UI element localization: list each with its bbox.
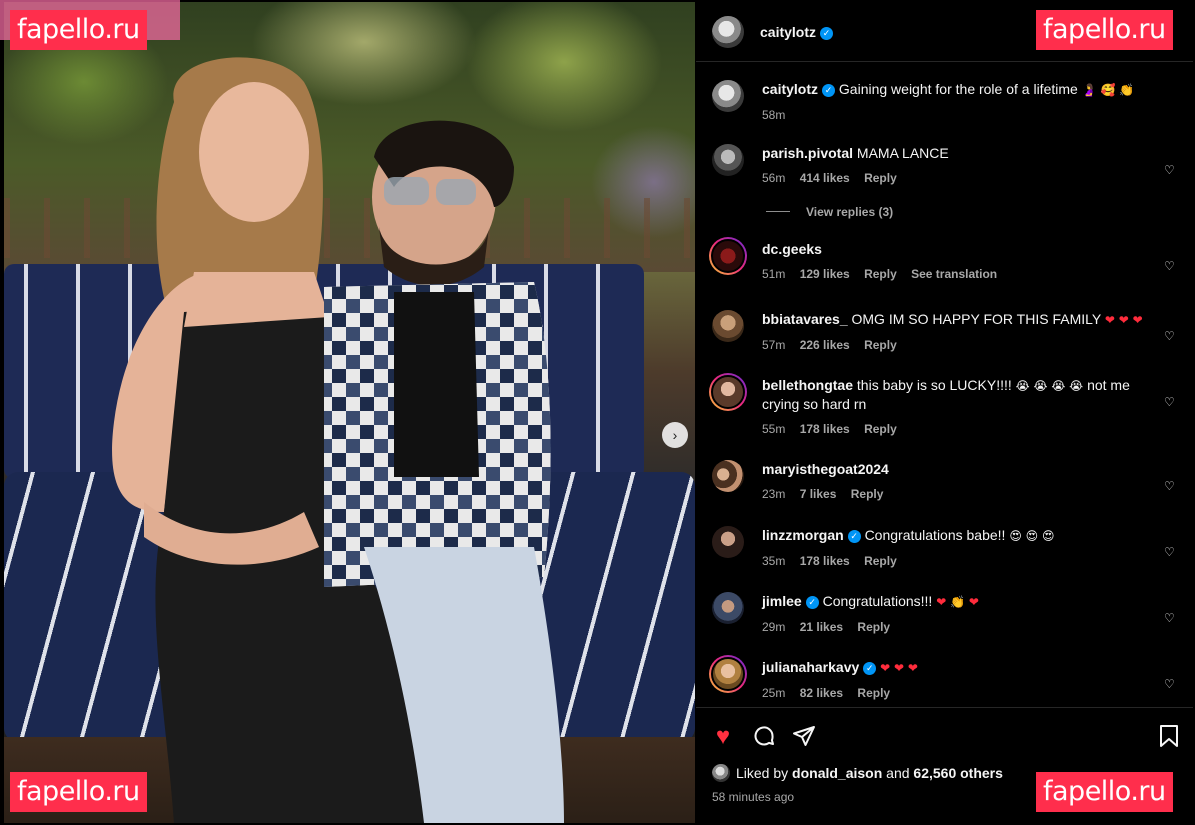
verified-badge-icon: ✓ xyxy=(822,84,836,97)
comments-list[interactable]: caitylotz ✓ Gaining weight for the role o… xyxy=(696,62,1193,707)
verified-badge-icon: ✓ xyxy=(863,662,877,675)
likes-count[interactable]: 62,560 others xyxy=(913,765,1003,781)
likes-summary[interactable]: Liked by donald_aison and 62,560 others xyxy=(712,764,1003,782)
heart-outline-icon[interactable]: ♡ xyxy=(1164,330,1177,343)
author-username[interactable]: caitylotz ✓ xyxy=(760,24,834,42)
watermark-bottom-left: fapello.ru xyxy=(10,772,147,812)
watermark-top-left: fapello.ru xyxy=(10,10,147,50)
bookmark-icon[interactable] xyxy=(1156,724,1182,750)
post-side-panel: caitylotz ✓ caitylotz ✓ Gaining weight for… xyxy=(696,2,1193,823)
liker-avatar xyxy=(712,764,730,782)
caption-text: Gaining weight for the role of a lifetim… xyxy=(838,81,1078,97)
author-avatar[interactable] xyxy=(712,80,744,112)
caption-time: 58m xyxy=(762,108,786,122)
heart-outline-icon[interactable]: ♡ xyxy=(1164,546,1177,559)
man-figure xyxy=(324,120,564,823)
commenter-avatar[interactable] xyxy=(712,144,744,176)
verified-badge-icon: ✓ xyxy=(847,530,861,543)
commenter-avatar[interactable] xyxy=(712,526,744,558)
heart-outline-icon[interactable]: ♡ xyxy=(1164,678,1177,691)
commenter-avatar[interactable] xyxy=(709,655,747,693)
view-replies-button[interactable]: View replies (3) xyxy=(766,205,893,219)
liker-username[interactable]: donald_aison xyxy=(792,765,882,781)
commenter-avatar[interactable] xyxy=(709,237,747,275)
post-photo: › xyxy=(4,2,695,823)
verified-badge-icon: ✓ xyxy=(820,27,834,40)
commenter-avatar[interactable] xyxy=(712,592,744,624)
heart-outline-icon[interactable]: ♡ xyxy=(1164,480,1177,493)
watermark-top-right: fapello.ru xyxy=(1036,10,1173,50)
chevron-right-icon[interactable]: › xyxy=(662,422,688,448)
author-avatar[interactable] xyxy=(712,16,744,48)
heart-filled-icon[interactable]: ♥ xyxy=(710,724,736,750)
posted-time: 58 minutes ago xyxy=(712,790,795,804)
paper-plane-icon[interactable] xyxy=(791,724,817,750)
comment-bubble-icon[interactable] xyxy=(751,724,777,750)
heart-outline-icon[interactable]: ♡ xyxy=(1164,612,1177,625)
verified-badge-icon: ✓ xyxy=(805,596,819,609)
heart-outline-icon[interactable]: ♡ xyxy=(1164,396,1177,409)
commenter-avatar[interactable] xyxy=(709,373,747,411)
commenter-avatar[interactable] xyxy=(712,310,744,342)
heart-outline-icon[interactable]: ♡ xyxy=(1164,164,1177,177)
watermark-bottom-right: fapello.ru xyxy=(1036,772,1173,812)
heart-outline-icon[interactable]: ♡ xyxy=(1164,260,1177,273)
commenter-avatar[interactable] xyxy=(712,460,744,492)
caption-emojis: 🤰 🥰 👏 xyxy=(1081,83,1135,97)
